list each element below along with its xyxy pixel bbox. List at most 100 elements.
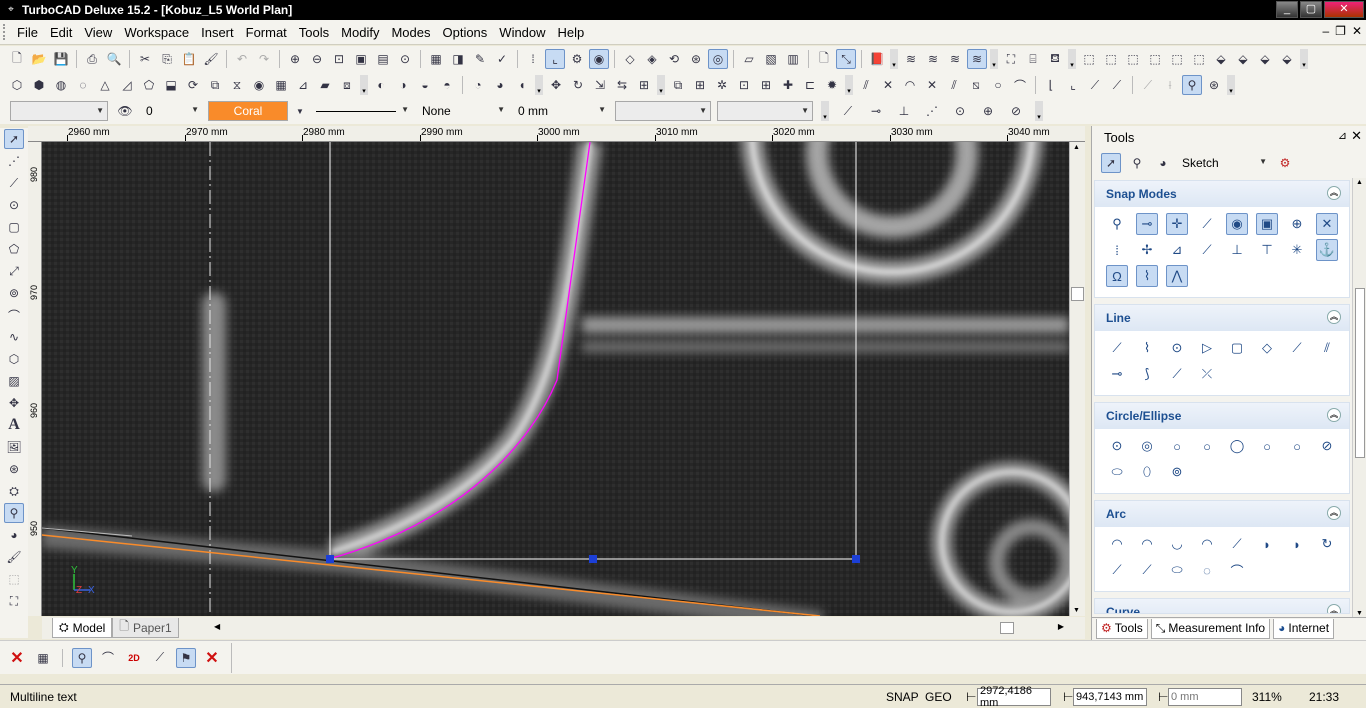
rotate-icon[interactable]: ↻ <box>568 75 588 95</box>
extrude-icon[interactable]: ⬓ <box>161 75 181 95</box>
tab-paper[interactable]: 🗋 Paper1 <box>112 618 179 638</box>
menu-edit[interactable]: Edit <box>44 25 78 40</box>
array-icon[interactable]: ⊞ <box>690 75 710 95</box>
print-icon[interactable]: ⎙ <box>82 49 102 69</box>
disc-icon[interactable]: ◉ <box>249 75 269 95</box>
grid-copy-icon[interactable]: ⊞ <box>756 75 776 95</box>
palette-scrollbar[interactable]: ▲ ▼ <box>1352 178 1366 618</box>
select-arrow-icon[interactable]: ➚ <box>1101 153 1121 173</box>
boolean-subtract-icon[interactable]: ◑ <box>393 75 413 95</box>
toolbar-overflow-chevron[interactable]: ▾ <box>990 49 998 69</box>
render-mode-icon[interactable]: ◎ <box>708 49 728 69</box>
snap-relative-icon[interactable]: ⊿ <box>1166 239 1188 261</box>
prism-icon[interactable]: ⬠ <box>139 75 159 95</box>
selection-handle-middle[interactable] <box>589 555 597 563</box>
properties-icon[interactable]: ▧ <box>761 49 781 69</box>
snap-absolute-icon[interactable]: ✳ <box>1286 239 1308 261</box>
radial-array-icon[interactable]: ✲ <box>712 75 732 95</box>
view-iso-4-icon[interactable]: ⬙ <box>1277 49 1297 69</box>
mirror-icon[interactable]: ⇆ <box>612 75 632 95</box>
symbol-icon[interactable]: ⊛ <box>4 459 24 479</box>
snap-middle-icon[interactable]: ⊸ <box>1136 213 1158 235</box>
dimension-tool-icon[interactable]: ⤢ <box>4 261 24 281</box>
arc-tool-icon[interactable]: ⌒ <box>4 305 24 325</box>
palette-close-icon[interactable]: ✕ <box>1351 128 1362 144</box>
maximize-button[interactable]: ▢ <box>1300 1 1322 18</box>
center-copy-icon[interactable]: ✚ <box>778 75 798 95</box>
zoom-window-icon[interactable]: ⊡ <box>329 49 349 69</box>
sphere-icon[interactable]: ◍ <box>51 75 71 95</box>
curve-line-icon[interactable]: ⤫ <box>1196 363 1218 385</box>
snap-line-icon[interactable]: ⟋ <box>838 101 858 121</box>
arc-pattern-icon[interactable]: ⌒ <box>1226 559 1248 581</box>
arc-3tangent-icon[interactable]: ↻ <box>1316 533 1338 555</box>
scroll-down-arrow-icon[interactable]: ▼ <box>1356 610 1363 617</box>
arc-rotated-icon[interactable]: ⟋ <box>1136 559 1158 581</box>
fillet-2d-icon[interactable]: ⌊ <box>1041 75 1061 95</box>
snap-quadrant-icon[interactable]: ⟋ <box>1196 213 1218 235</box>
orbit-icon[interactable]: ⟲ <box>664 49 684 69</box>
circle-3pt-icon[interactable]: ○ <box>1196 435 1218 457</box>
minimize-button[interactable]: _ <box>1276 1 1298 18</box>
doc-restore-button[interactable]: ❐ <box>1335 24 1346 38</box>
ellipse-icon[interactable]: ⬭ <box>1106 461 1128 483</box>
stamp-icon[interactable]: ⛾ <box>1045 49 1065 69</box>
scroll-down-arrow-icon[interactable]: ▼ <box>1073 607 1080 614</box>
redo-icon[interactable]: ↷ <box>254 49 274 69</box>
palette-icon[interactable]: ▥ <box>783 49 803 69</box>
walk-icon[interactable]: ⊛ <box>686 49 706 69</box>
ellipse-3pt-icon[interactable]: ⊚ <box>1166 461 1188 483</box>
collapse-chevron-icon[interactable]: ︽ <box>1327 408 1341 422</box>
arc-2pt-icon[interactable]: ◡ <box>1166 533 1188 555</box>
x-coordinate-field[interactable]: 2972,4186 mm <box>977 685 1051 708</box>
rectangle-icon[interactable]: ▢ <box>1226 337 1248 359</box>
ortho-mode-icon[interactable]: ⌞ <box>545 49 565 69</box>
angle-line-icon[interactable]: ⊸ <box>1106 363 1128 385</box>
layers-icon[interactable]: ◨ <box>448 49 468 69</box>
section-snap-modes-header[interactable]: Snap Modes ︽ <box>1095 181 1349 207</box>
z-coordinate-field[interactable] <box>1168 687 1242 706</box>
arc-partial-icon[interactable]: ⬭ <box>1166 559 1188 581</box>
meet-icon[interactable]: ⟋ <box>1085 75 1105 95</box>
line-tool-icon[interactable]: ⟋ <box>4 173 24 193</box>
scroll-thumb[interactable] <box>1000 622 1014 634</box>
drawing-canvas[interactable]: Y Z X <box>42 142 1069 616</box>
scroll-up-arrow-icon[interactable]: ▲ <box>1356 179 1363 186</box>
workplane-icon[interactable]: ▱ <box>739 49 759 69</box>
wedge-icon[interactable]: ◿ <box>117 75 137 95</box>
palette-mode-select[interactable]: Sketch ▼ <box>1178 153 1270 173</box>
palette-options-icon[interactable]: ⚙ <box>1275 153 1295 173</box>
bisector-line-icon[interactable]: ⟆ <box>1136 363 1158 385</box>
scroll-right-arrow-icon[interactable]: ▶ <box>1058 622 1064 631</box>
snap-quadrant-icon[interactable]: ⊕ <box>978 101 998 121</box>
line-width-select[interactable]: 0 mm ▼ <box>514 101 609 121</box>
toolbar-overflow-chevron[interactable]: ▾ <box>360 75 368 95</box>
zoom-page-icon[interactable]: ▤ <box>373 49 393 69</box>
disabled-tool-1-icon[interactable]: ⟋ <box>1138 75 1158 95</box>
select-arrow-icon[interactable]: ➚ <box>4 129 24 149</box>
doc-minimize-button[interactable]: – <box>1322 24 1329 38</box>
pattern-select[interactable]: None ▼ <box>418 101 508 121</box>
snap-cursor-icon[interactable]: ⋀ <box>1166 265 1188 287</box>
undo-icon[interactable]: ↶ <box>232 49 252 69</box>
join-icon[interactable]: ⫽ <box>944 75 964 95</box>
library-icon[interactable]: 📕 <box>867 49 887 69</box>
dimension-icon[interactable]: ⌸ <box>1023 49 1043 69</box>
view-back-icon[interactable]: ⬚ <box>1101 49 1121 69</box>
circle-2tangent-icon[interactable]: ⊘ <box>1316 435 1338 457</box>
scroll-thumb[interactable] <box>1071 287 1084 301</box>
view-front-icon[interactable]: ⬚ <box>1079 49 1099 69</box>
turbocad-logo-icon[interactable]: ⌖ <box>4 3 18 17</box>
toolbar-overflow-chevron[interactable]: ▾ <box>1227 75 1235 95</box>
menu-modes[interactable]: Modes <box>385 25 436 40</box>
spell-check-icon[interactable]: ✓ <box>492 49 512 69</box>
scroll-up-arrow-icon[interactable]: ▲ <box>1073 144 1080 151</box>
snap-on-graphic-icon[interactable]: ✢ <box>1136 239 1158 261</box>
view-iso-2-icon[interactable]: ⬙ <box>1233 49 1253 69</box>
move-tool-icon[interactable]: ✥ <box>4 393 24 413</box>
menu-window[interactable]: Window <box>493 25 551 40</box>
snap-local-icon[interactable]: ⚲ <box>72 647 92 668</box>
disabled-tool-2-icon[interactable]: ⟊ <box>1160 75 1180 95</box>
layer-stack-3-icon[interactable]: ≋ <box>945 49 965 69</box>
section-curve-header[interactable]: Curve ︽ <box>1095 599 1349 613</box>
